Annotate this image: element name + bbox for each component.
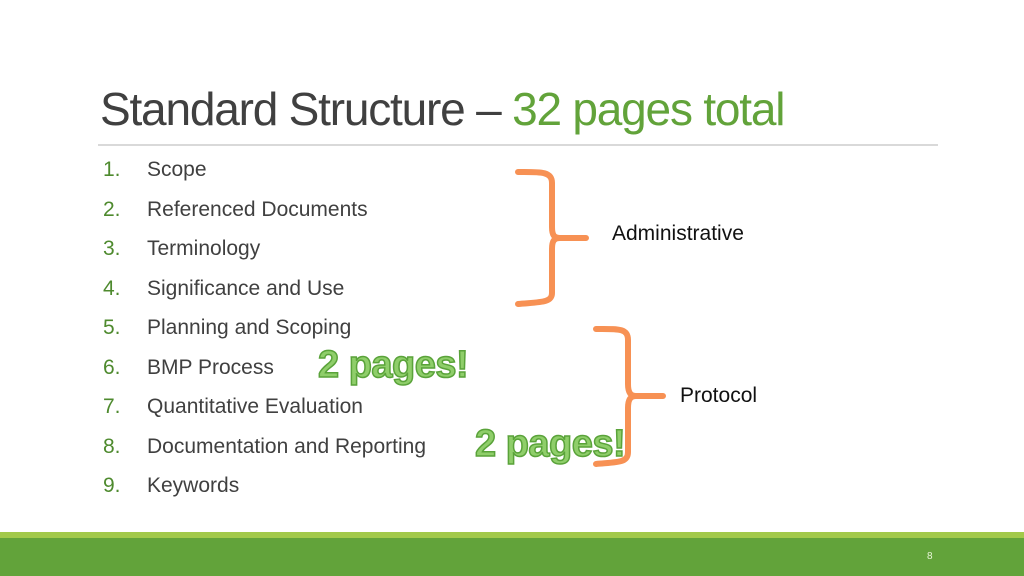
item-number: 5. <box>103 316 121 339</box>
item-label: Keywords <box>147 474 240 497</box>
list-item: 4. Significance and Use <box>103 269 426 309</box>
group-label-protocol: Protocol <box>680 384 758 407</box>
brace-administrative-icon <box>510 165 590 310</box>
item-label: Documentation and Reporting <box>147 434 427 458</box>
list-item: 8. Documentation and Reporting <box>103 427 426 467</box>
list-item: 5. Planning and Scoping <box>103 308 426 348</box>
footer-bar <box>0 538 1024 576</box>
list-item: 1. Scope <box>103 150 426 190</box>
title-main: Standard Structure – <box>100 83 513 135</box>
list-item: 7. Quantitative Evaluation <box>103 387 426 427</box>
item-number: 7. <box>103 395 121 418</box>
list-item: 9. Keywords <box>103 466 426 506</box>
item-label: Planning and Scoping <box>147 316 352 339</box>
item-label: Significance and Use <box>147 276 345 300</box>
item-number: 4. <box>103 276 121 300</box>
list-item: 3. Terminology <box>103 229 426 269</box>
callout-bmp-process: 2 pages! <box>317 344 469 386</box>
page-number: 8 <box>927 551 933 562</box>
brace-protocol-icon <box>588 322 668 470</box>
item-number: 1. <box>103 158 121 181</box>
group-label-administrative: Administrative <box>612 222 744 245</box>
item-label: Scope <box>147 158 207 181</box>
slide-title: Standard Structure – 32 pages total <box>100 82 785 136</box>
item-number: 9. <box>103 474 121 497</box>
item-number: 3. <box>103 237 121 260</box>
item-number: 8. <box>103 434 121 458</box>
list-item: 2. Referenced Documents <box>103 190 426 230</box>
item-label: Quantitative Evaluation <box>147 395 363 418</box>
item-number: 2. <box>103 197 121 221</box>
item-number: 6. <box>103 355 121 379</box>
title-divider <box>98 144 938 146</box>
item-label: Terminology <box>147 237 261 260</box>
title-accent: 32 pages total <box>512 83 785 135</box>
item-label: BMP Process <box>147 355 274 379</box>
section-list: 1. Scope 2. Referenced Documents 3. Termino… <box>103 150 426 506</box>
item-label: Referenced Documents <box>147 197 368 221</box>
